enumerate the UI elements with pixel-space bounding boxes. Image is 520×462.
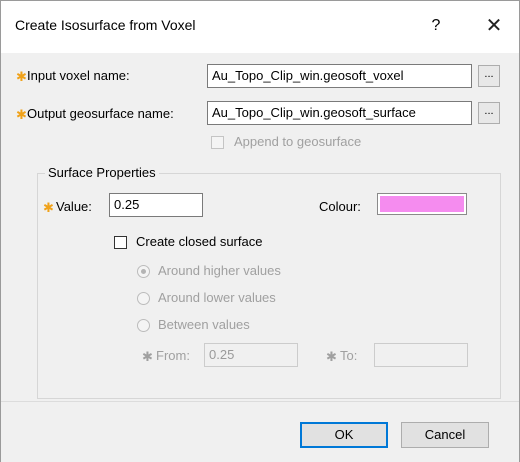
cancel-button[interactable]: Cancel [401, 422, 489, 448]
ok-button[interactable]: OK [300, 422, 388, 448]
window-title: Create Isosurface from Voxel [15, 17, 196, 33]
radio-between-values[interactable] [137, 319, 150, 332]
required-icon: ✱ [16, 107, 27, 122]
radio-around-lower[interactable] [137, 292, 150, 305]
radio-around-higher[interactable] [137, 265, 150, 278]
from-field[interactable]: 0.25 [204, 343, 298, 367]
isosurface-dialog: Create Isosurface from Voxel ? ✕ ✱ Input… [0, 0, 520, 462]
required-icon: ✱ [142, 349, 153, 364]
to-label: To: [340, 348, 358, 363]
closed-surface-checkbox[interactable] [114, 236, 127, 249]
required-icon: ✱ [43, 200, 54, 215]
value-label: Value: [56, 199, 92, 214]
dialog-content: ✱ Input voxel name: Au_Topo_Clip_win.geo… [1, 53, 519, 401]
append-label: Append to geosurface [234, 134, 362, 149]
help-button[interactable]: ? [421, 13, 451, 39]
input-voxel-label: Input voxel name: [27, 68, 130, 83]
required-icon: ✱ [326, 349, 337, 364]
radio-between-values-label: Between values [158, 317, 250, 332]
radio-selected-dot [141, 269, 146, 274]
colour-swatch-fill [380, 196, 464, 212]
to-field[interactable] [374, 343, 468, 367]
from-label: From: [156, 348, 190, 363]
colour-picker[interactable] [377, 193, 467, 215]
button-bar: OK Cancel [1, 401, 519, 462]
output-surface-browse-button[interactable]: ... [478, 102, 500, 124]
close-button[interactable]: ✕ [479, 13, 509, 39]
radio-around-lower-label: Around lower values [158, 290, 276, 305]
closed-surface-label: Create closed surface [136, 234, 263, 249]
radio-around-higher-label: Around higher values [158, 263, 281, 278]
title-bar[interactable]: Create Isosurface from Voxel ? ✕ [1, 1, 519, 53]
input-voxel-field[interactable]: Au_Topo_Clip_win.geosoft_voxel [207, 64, 472, 88]
append-checkbox[interactable] [211, 136, 224, 149]
value-field[interactable]: 0.25 [109, 193, 203, 217]
output-surface-field[interactable]: Au_Topo_Clip_win.geosoft_surface [207, 101, 472, 125]
required-icon: ✱ [16, 69, 27, 84]
input-voxel-browse-button[interactable]: ... [478, 65, 500, 87]
output-surface-label: Output geosurface name: [27, 106, 174, 121]
colour-label: Colour: [319, 199, 361, 214]
surface-properties-label: Surface Properties [45, 165, 159, 181]
